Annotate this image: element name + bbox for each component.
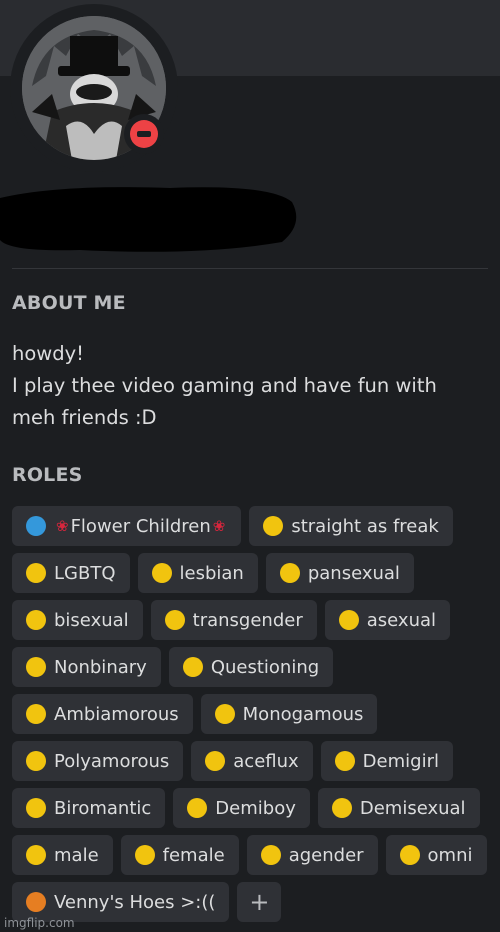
role-label: pansexual [307, 562, 400, 584]
role-label: Polyamorous [54, 750, 170, 772]
role-pill[interactable]: Demisexual [317, 788, 480, 828]
role-color-dot [26, 610, 46, 630]
watermark: imgflip.com [4, 916, 75, 930]
role-pill[interactable]: omni [385, 835, 487, 875]
about-line: howdy! [12, 342, 84, 365]
role-color-dot [26, 704, 46, 724]
role-label: omni [427, 844, 473, 866]
about-line: meh friends :D [12, 406, 157, 429]
role-label: agender [288, 844, 364, 866]
role-pill[interactable]: agender [246, 835, 378, 875]
about-line: I play thee video gaming and have fun wi… [12, 374, 437, 397]
role-color-dot [164, 610, 185, 630]
role-color-dot [26, 751, 46, 771]
status-indicator [124, 114, 164, 154]
role-color-dot [26, 798, 46, 818]
role-color-dot [182, 657, 203, 677]
about-me-text: howdy! I play thee video gaming and have… [12, 338, 488, 434]
role-label: female [162, 844, 225, 866]
role-label: Demigirl [362, 750, 439, 772]
role-pill[interactable]: Biromantic [12, 788, 166, 828]
role-label: Ambiamorous [54, 703, 179, 725]
role-label: transgender [192, 609, 303, 631]
role-color-dot [26, 563, 46, 583]
role-label: asexual [366, 609, 437, 631]
role-label: bisexual [54, 609, 129, 631]
role-label: Nonbinary [54, 656, 147, 678]
role-pill[interactable]: Nonbinary [12, 647, 161, 687]
role-color-dot [331, 798, 352, 818]
add-role-button[interactable]: + [237, 882, 282, 922]
role-color-dot [260, 845, 281, 865]
role-color-dot [214, 704, 235, 724]
role-pill[interactable]: bisexual [12, 600, 143, 640]
role-pill[interactable]: Demiboy [173, 788, 310, 828]
role-color-dot [399, 845, 420, 865]
role-color-dot [134, 845, 155, 865]
role-color-dot [26, 516, 46, 536]
role-pill[interactable]: Polyamorous [12, 741, 184, 781]
role-pill[interactable]: Monogamous [200, 694, 378, 734]
role-pill[interactable]: aceflux [191, 741, 313, 781]
role-pill[interactable]: pansexual [265, 553, 414, 593]
role-pill[interactable]: lesbian [137, 553, 258, 593]
role-label: lesbian [179, 562, 244, 584]
role-color-dot [205, 751, 226, 771]
role-pill[interactable]: female [120, 835, 239, 875]
role-color-dot [334, 751, 355, 771]
role-color-dot [187, 798, 208, 818]
roles-list: ❀ Flower Children ❀ straight as freak LGBTQ l… [12, 506, 492, 922]
username-redaction [0, 187, 297, 252]
role-pill[interactable]: Questioning [168, 647, 334, 687]
divider [12, 268, 488, 269]
role-color-dot [26, 845, 46, 865]
about-me-heading: ABOUT ME [12, 292, 126, 314]
do-not-disturb-icon [130, 120, 158, 148]
role-color-dot [26, 892, 46, 912]
role-label: Biromantic [54, 797, 152, 819]
role-label: Flower Children [70, 515, 211, 537]
role-pill[interactable]: ❀ Flower Children ❀ [12, 506, 242, 546]
role-label: Monogamous [242, 703, 364, 725]
role-pill[interactable]: Demigirl [320, 741, 453, 781]
rose-icon: ❀ [56, 517, 69, 535]
role-label: aceflux [233, 750, 299, 772]
role-color-dot [279, 563, 300, 583]
role-label: LGBTQ [54, 562, 116, 584]
role-color-dot [263, 516, 284, 536]
role-label: Demiboy [215, 797, 296, 819]
role-pill[interactable]: asexual [324, 600, 451, 640]
roles-heading: ROLES [12, 464, 83, 486]
role-pill[interactable]: transgender [150, 600, 317, 640]
role-pill[interactable]: Ambiamorous [12, 694, 193, 734]
role-label: Demisexual [359, 797, 466, 819]
role-pill[interactable]: straight as freak [249, 506, 453, 546]
role-pill[interactable]: LGBTQ [12, 553, 130, 593]
role-color-dot [151, 563, 172, 583]
role-color-dot [26, 657, 46, 677]
role-label: male [54, 844, 99, 866]
role-label: straight as freak [291, 515, 439, 537]
role-color-dot [338, 610, 359, 630]
role-pill[interactable]: male [12, 835, 113, 875]
rose-icon: ❀ [212, 517, 226, 535]
role-label: Venny's Hoes >:(( [54, 891, 216, 913]
role-label: Questioning [210, 656, 320, 678]
